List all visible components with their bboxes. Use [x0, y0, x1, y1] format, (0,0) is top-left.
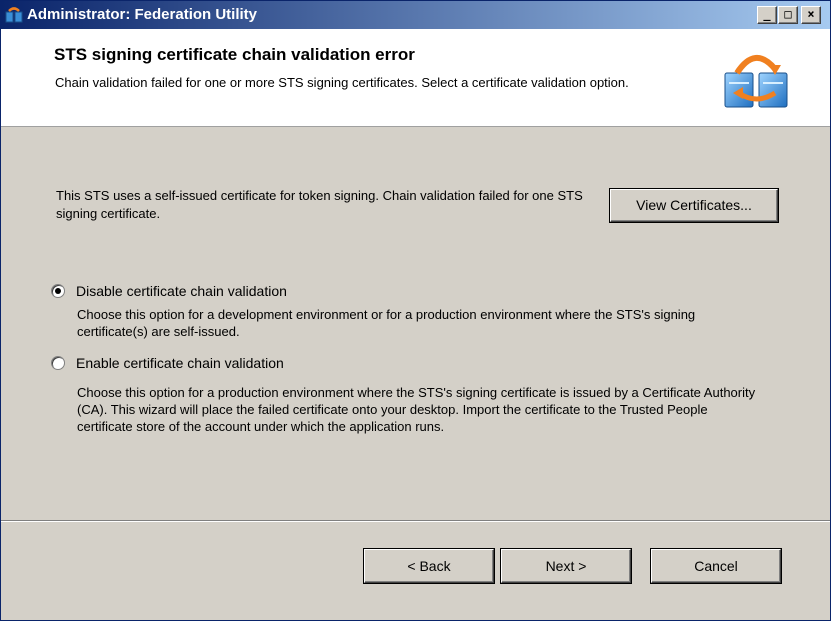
federation-servers-icon — [724, 55, 788, 108]
radio-enable[interactable] — [51, 356, 65, 370]
page-subtitle: Chain validation failed for one or more … — [55, 75, 629, 90]
federation-utility-window: Administrator: Federation Utility _ □ × … — [0, 0, 831, 621]
footer-divider — [1, 520, 830, 522]
radio-selected-dot — [55, 288, 61, 294]
page-title: STS signing certificate chain validation… — [54, 45, 415, 64]
radio-disable[interactable] — [51, 284, 65, 298]
info-text: This STS uses a self-issued certificate … — [56, 188, 583, 221]
view-certificates-button[interactable]: View Certificates... — [610, 189, 778, 222]
next-button[interactable]: Next > — [501, 549, 631, 583]
option-disable-label: Disable certificate chain validation — [76, 283, 287, 299]
wizard-header: STS signing certificate chain validation… — [1, 29, 830, 127]
cancel-button[interactable]: Cancel — [651, 549, 781, 583]
federation-app-icon — [5, 7, 23, 23]
maximize-button[interactable]: □ — [778, 6, 798, 24]
title-bar[interactable]: Administrator: Federation Utility _ □ × — [1, 1, 830, 29]
option-disable-description: Choose this option for a development env… — [77, 307, 696, 339]
back-button[interactable]: < Back — [364, 549, 494, 583]
window-title: Administrator: Federation Utility — [27, 6, 258, 23]
minimize-button[interactable]: _ — [757, 6, 777, 24]
option-enable-label: Enable certificate chain validation — [76, 355, 284, 371]
option-enable-description: Choose this option for a production envi… — [77, 385, 756, 434]
close-button[interactable]: × — [801, 6, 821, 24]
